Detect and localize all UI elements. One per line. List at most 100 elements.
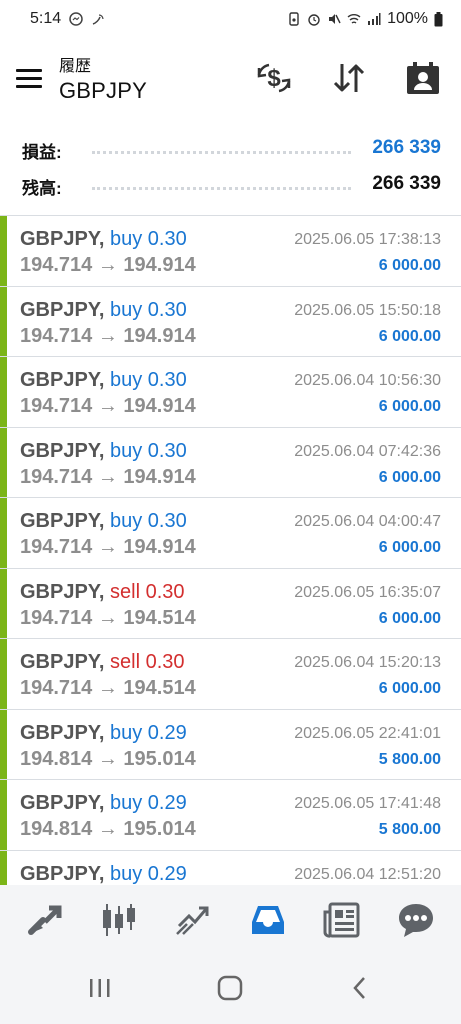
deal-time: 2025.06.05 22:41:01 <box>294 724 441 742</box>
recent-apps-icon <box>90 979 110 997</box>
signal-icon <box>368 13 381 25</box>
wifi-icon <box>347 14 361 24</box>
deal-row[interactable]: GBPJPY, buy 0.29 194.814 → 195.014 2025.06.… <box>0 780 461 851</box>
deal-side-volume: buy 0.29 <box>110 792 187 814</box>
deal-profit: 6 000.00 <box>378 539 441 556</box>
deal-side-volume: sell 0.30 <box>110 580 185 603</box>
history-summary: 損益: 266 339 残高: 266 339 <box>0 130 461 202</box>
profit-indicator-bar <box>0 286 7 356</box>
deal-row[interactable]: GBPJPY, sell 0.30 194.714 → 194.514 2025.06… <box>0 639 461 710</box>
deal-time: 2025.06.04 10:56:30 <box>294 372 441 389</box>
app-header: 履歴 GBPJPY $ <box>0 38 461 122</box>
deal-profit: 6 000.00 <box>378 327 441 345</box>
currency-filter-button[interactable]: $ <box>254 58 294 98</box>
trade-icon <box>176 906 209 935</box>
dotted-leader <box>92 187 351 190</box>
deal-side-volume: buy 0.30 <box>110 369 187 391</box>
deal-prices: 194.714 → 194.914 <box>20 324 196 347</box>
deal-profit: 6 000.00 <box>378 680 441 697</box>
profit-indicator-bar <box>0 498 7 568</box>
deal-prices: 194.714 → 194.914 <box>20 536 196 558</box>
profit-indicator-bar <box>0 357 7 427</box>
profit-indicator-bar <box>0 709 7 779</box>
deal-symbol: GBPJPY, <box>20 862 105 885</box>
sort-button[interactable] <box>329 58 369 98</box>
deal-prices: 194.714 → 194.514 <box>20 606 196 629</box>
deal-symbol: GBPJPY, <box>20 792 105 814</box>
deal-profit: 6 000.00 <box>378 609 441 627</box>
deal-side-volume: buy 0.29 <box>110 721 187 744</box>
deal-time: 2025.06.05 16:35:07 <box>294 583 441 601</box>
deal-symbol: GBPJPY, <box>20 510 105 532</box>
battery-icon <box>434 11 443 26</box>
deal-row[interactable]: GBPJPY, sell 0.30 194.714 → 194.514 2025.06… <box>0 568 461 639</box>
deals-list[interactable]: GBPJPY, buy 0.30 194.714 → 194.914 2025.06.… <box>0 215 461 885</box>
dollar-exchange-icon: $ <box>257 63 291 93</box>
deal-row[interactable]: GBPJPY, buy 0.29 194.814 → 195.014 2025.06.… <box>0 709 461 780</box>
deal-row[interactable]: GBPJPY, buy 0.30 194.714 → 194.914 2025.06.… <box>0 357 461 428</box>
profit-indicator-bar <box>0 216 7 286</box>
system-navigation-bar <box>0 955 461 1024</box>
deal-side-volume: buy 0.30 <box>110 298 187 321</box>
battery-percent: 100% <box>387 10 428 27</box>
deal-time: 2025.06.05 15:50:18 <box>294 301 441 319</box>
balance-row: 残高: 266 339 <box>0 166 461 202</box>
nav-news[interactable] <box>318 896 366 944</box>
deal-side-volume: buy 0.30 <box>110 510 187 532</box>
home-button[interactable] <box>210 971 250 1005</box>
dotted-leader <box>92 151 351 154</box>
nav-chart[interactable] <box>95 896 143 944</box>
deal-profit: 6 000.00 <box>378 398 441 415</box>
status-bar: 5:14 100% <box>0 0 461 38</box>
back-button[interactable] <box>340 971 380 1005</box>
deal-profit: 6 000.00 <box>378 468 441 486</box>
nav-messages[interactable] <box>392 896 440 944</box>
deal-prices: 194.714 → 194.914 <box>20 465 196 488</box>
profit-label: 損益: <box>22 143 62 162</box>
deal-row[interactable]: GBPJPY, buy 0.30 194.714 → 194.914 2025.06.… <box>0 216 461 287</box>
profit-row: 損益: 266 339 <box>0 130 461 166</box>
deal-row[interactable]: GBPJPY, buy 0.30 194.714 → 194.914 2025.06.… <box>0 427 461 498</box>
deal-row[interactable]: GBPJPY, buy 0.29 2025.06.04 12:51:20 <box>0 850 461 885</box>
deal-time: 2025.06.04 07:42:36 <box>294 442 441 460</box>
profit-value: 266 339 <box>372 137 441 158</box>
balance-label: 残高: <box>22 179 62 198</box>
deal-prices: 194.814 → 195.014 <box>20 818 196 840</box>
history-icon <box>251 906 284 934</box>
deal-time: 2025.06.05 17:38:13 <box>294 231 441 248</box>
page-subtitle: 履歴 <box>59 58 92 75</box>
deal-profit: 5 800.00 <box>378 821 441 838</box>
calendar-period-button[interactable] <box>403 58 443 98</box>
svg-text:$: $ <box>267 65 281 92</box>
profit-indicator-bar <box>0 568 7 638</box>
bottom-navigation <box>0 885 461 955</box>
deal-prices: 194.714 → 194.914 <box>20 254 196 276</box>
deal-row[interactable]: GBPJPY, buy 0.30 194.714 → 194.914 2025.06.… <box>0 498 461 569</box>
deal-prices: 194.714 → 194.914 <box>20 395 196 417</box>
recent-apps-button[interactable] <box>80 971 120 1005</box>
deal-row[interactable]: GBPJPY, buy 0.30 194.714 → 194.914 2025.06.… <box>0 286 461 357</box>
wifi-call-icon <box>92 14 104 25</box>
menu-icon[interactable] <box>16 69 42 89</box>
deal-symbol: GBPJPY, <box>20 228 105 250</box>
deal-side-volume: buy 0.30 <box>110 439 187 462</box>
sort-arrows-icon <box>333 64 365 92</box>
deal-prices: 194.814 → 195.014 <box>20 747 196 770</box>
profit-indicator-bar <box>0 780 7 850</box>
deal-time: 2025.06.05 17:41:48 <box>294 795 441 812</box>
deal-side-volume: buy 0.29 <box>110 862 187 885</box>
chart-icon <box>103 904 136 936</box>
nav-quotes[interactable] <box>21 896 69 944</box>
calendar-user-icon <box>407 62 439 94</box>
deal-profit: 6 000.00 <box>378 257 441 274</box>
deal-symbol: GBPJPY, <box>20 439 105 462</box>
deal-profit: 5 800.00 <box>378 750 441 768</box>
nav-trade[interactable] <box>169 896 217 944</box>
back-icon <box>353 977 365 999</box>
page-title[interactable]: GBPJPY <box>59 78 147 104</box>
nav-history[interactable] <box>244 896 292 944</box>
deal-symbol: GBPJPY, <box>20 721 105 744</box>
news-icon <box>323 902 360 938</box>
deal-symbol: GBPJPY, <box>20 651 105 673</box>
messages-icon <box>398 904 433 937</box>
